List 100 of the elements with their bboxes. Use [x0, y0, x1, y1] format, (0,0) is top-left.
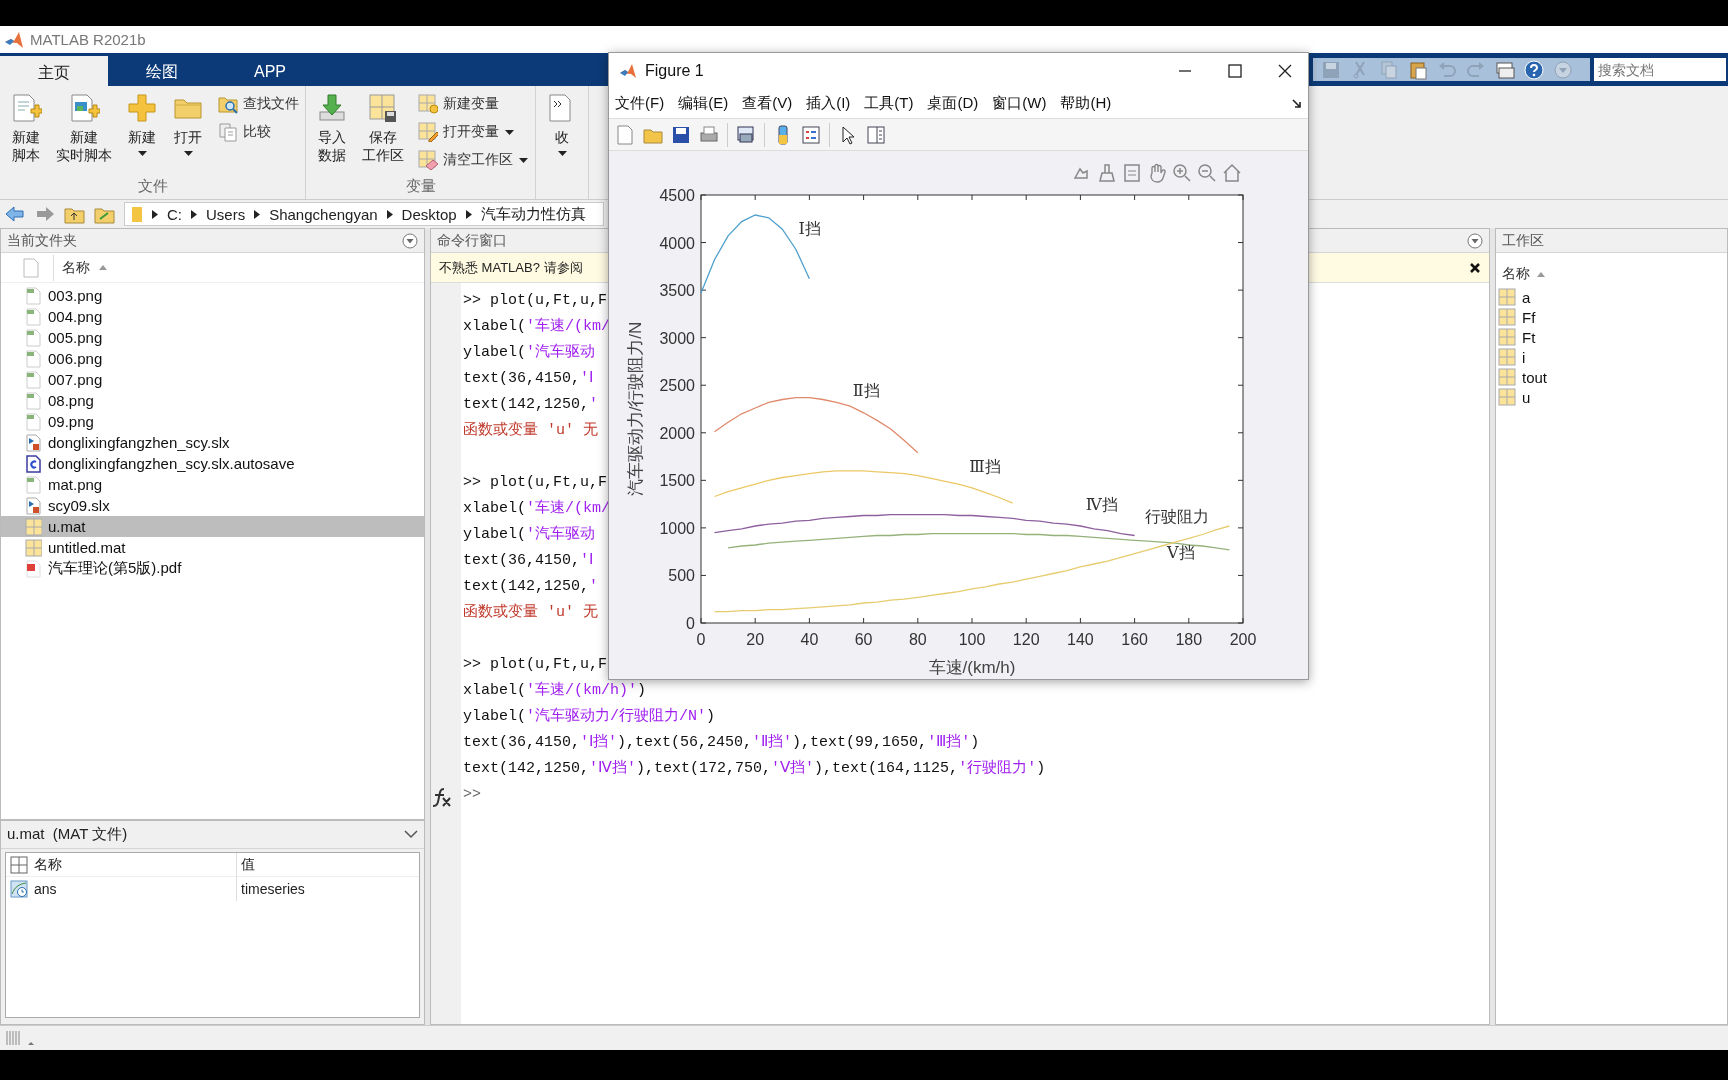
- ribbon-tab[interactable]: 主页: [0, 53, 108, 86]
- menu-item[interactable]: 桌面(D): [927, 94, 979, 113]
- close-icon[interactable]: [1278, 64, 1292, 78]
- path-segment[interactable]: Users: [206, 205, 246, 223]
- ribbon-button[interactable]: 比较: [216, 120, 301, 144]
- ribbon-button[interactable]: 新建 脚本: [4, 92, 48, 165]
- menu-item[interactable]: 查看(V): [742, 94, 793, 113]
- menu-item[interactable]: 窗口(W): [992, 94, 1047, 113]
- maximize-icon[interactable]: [1228, 64, 1242, 78]
- find-files-icon: [218, 94, 238, 114]
- tick-label: 1500: [659, 472, 695, 490]
- ribbon-button[interactable]: 新建: [120, 92, 164, 158]
- close-icon[interactable]: [1469, 261, 1481, 274]
- code-line: text(142,1250,': [463, 577, 599, 597]
- switch-windows-icon[interactable]: [1495, 59, 1515, 80]
- code-line: text(36,4150,'Ⅰ挡'),text(56,2450,'Ⅱ挡'),text(99,1650,'Ⅲ挡'): [463, 732, 980, 753]
- table-icon: [10, 855, 28, 874]
- column-header[interactable]: 值: [241, 855, 255, 874]
- path-segment[interactable]: Desktop: [401, 205, 457, 223]
- function-icon[interactable]: [431, 786, 451, 808]
- ribbon-button[interactable]: 查找文件: [216, 92, 301, 116]
- status-grip-icon[interactable]: [5, 1029, 35, 1047]
- ribbon-tab[interactable]: APP: [216, 53, 324, 86]
- zoom-out-icon[interactable]: [1197, 163, 1217, 183]
- file-item[interactable]: scy09.slx: [1, 495, 424, 516]
- back-arrow-icon[interactable]: [4, 204, 26, 224]
- menu-item[interactable]: 编辑(E): [678, 94, 729, 113]
- legend-icon[interactable]: [801, 124, 821, 145]
- path-segment[interactable]: Shangchengyan: [269, 205, 378, 223]
- print-icon[interactable]: [699, 124, 719, 145]
- file-item[interactable]: 006.png: [1, 348, 424, 369]
- ribbon-button[interactable]: 打开变量: [416, 120, 531, 144]
- file-item[interactable]: u.mat: [1, 516, 424, 537]
- code-line: 函数或变量 'u' 无: [463, 602, 598, 623]
- variable-item[interactable]: a: [1496, 287, 1727, 307]
- file-item[interactable]: 007.png: [1, 369, 424, 390]
- menu-item[interactable]: 工具(T): [864, 94, 914, 113]
- menu-item[interactable]: 插入(I): [806, 94, 851, 113]
- file-item[interactable]: 003.png: [1, 285, 424, 306]
- column-header[interactable]: 名称: [1502, 265, 1530, 283]
- ribbon-button[interactable]: 清空工作区: [416, 148, 531, 172]
- dock-icon[interactable]: [1292, 98, 1302, 109]
- ribbon-tab[interactable]: 绘图: [108, 53, 216, 86]
- forward-arrow-icon[interactable]: [34, 204, 56, 224]
- new-file-icon[interactable]: [615, 124, 635, 145]
- path-field[interactable]: C: Users Shangchengyan Desktop 汽车动力性仿真: [124, 202, 604, 226]
- file-item[interactable]: 005.png: [1, 327, 424, 348]
- tick-label: 40: [800, 631, 819, 648]
- chevron-icon: [254, 209, 261, 219]
- pan-hand-icon[interactable]: [1147, 163, 1167, 183]
- file-item[interactable]: mat.png: [1, 474, 424, 495]
- variable-item[interactable]: Ft: [1496, 327, 1727, 347]
- model-file-icon: [25, 496, 42, 515]
- chevron-down-icon[interactable]: [404, 830, 418, 839]
- prompt[interactable]: >>: [463, 782, 481, 808]
- search-field[interactable]: 搜索文档: [1592, 56, 1728, 83]
- ribbon-button[interactable]: 收: [540, 92, 584, 158]
- file-item[interactable]: 004.png: [1, 306, 424, 327]
- panel-menu-icon[interactable]: [402, 232, 418, 249]
- brush-icon[interactable]: [1097, 163, 1117, 183]
- file-item[interactable]: untitled.mat: [1, 537, 424, 558]
- plot-annotation: Ⅲ挡: [969, 458, 1001, 476]
- paste-icon[interactable]: [1408, 59, 1428, 80]
- ribbon-button[interactable]: 新建变量: [416, 92, 531, 116]
- variable-item[interactable]: tout: [1496, 367, 1727, 387]
- ribbon-button[interactable]: 保存 工作区: [356, 92, 410, 165]
- path-segment[interactable]: 汽车动力性仿真: [480, 204, 586, 224]
- file-item[interactable]: 08.png: [1, 390, 424, 411]
- window-link-icon[interactable]: [736, 124, 756, 145]
- code-line: text(142,1250,': [463, 395, 599, 415]
- file-item[interactable]: donglixingfangzhen_scy.slx: [1, 432, 424, 453]
- path-segment[interactable]: C:: [167, 205, 182, 223]
- menu-item[interactable]: 帮助(H): [1060, 94, 1112, 113]
- plot-annotation: Ⅳ挡: [1085, 496, 1118, 514]
- ribbon-button[interactable]: 新建 实时脚本: [50, 92, 118, 165]
- panel-menu-icon[interactable]: [1467, 232, 1483, 249]
- tick-label: 140: [1067, 631, 1094, 648]
- zoom-in-icon[interactable]: [1172, 163, 1192, 183]
- file-item[interactable]: 汽车理论(第5版).pdf: [1, 558, 424, 579]
- variable-item[interactable]: i: [1496, 347, 1727, 367]
- property-panel-icon[interactable]: [866, 124, 886, 145]
- import-icon: [316, 92, 348, 124]
- column-header[interactable]: 名称: [34, 855, 62, 874]
- menu-item[interactable]: 文件(F): [615, 94, 665, 113]
- variable-item[interactable]: u: [1496, 387, 1727, 407]
- column-header[interactable]: 名称: [62, 258, 90, 277]
- tick-label: 500: [668, 567, 695, 585]
- dropdown-icon[interactable]: [1553, 59, 1573, 80]
- help-icon[interactable]: [1524, 59, 1544, 80]
- save-icon[interactable]: [671, 124, 691, 145]
- file-item[interactable]: 09.png: [1, 411, 424, 432]
- code-line: 函数或变量 'u' 无: [463, 420, 598, 441]
- ribbon-button[interactable]: 打开: [166, 92, 210, 158]
- tick-label: 200: [1229, 631, 1257, 648]
- variable-item[interactable]: Ff: [1496, 307, 1727, 327]
- file-item[interactable]: donglixingfangzhen_scy.slx.autosave: [1, 453, 424, 474]
- table-cell: ans: [34, 881, 57, 897]
- ribbon-button[interactable]: 导入 数据: [310, 92, 354, 165]
- home-icon[interactable]: [1222, 163, 1242, 183]
- datatip-icon[interactable]: [1122, 163, 1142, 183]
